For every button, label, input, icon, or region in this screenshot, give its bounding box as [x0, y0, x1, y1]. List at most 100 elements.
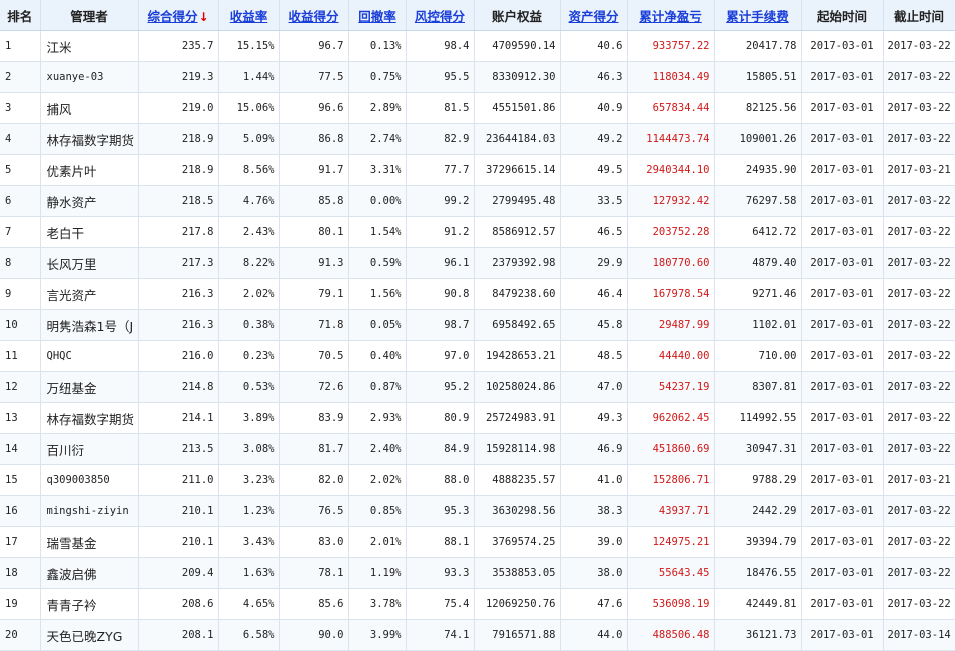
sort-link-drawdown-rate[interactable]: 回撤率	[358, 9, 396, 24]
table-row: 10 明隽浩森1号（J 216.3 0.38% 71.8 0.05% 98.7 6958492…	[0, 309, 955, 341]
cell-rank: 14	[0, 433, 41, 465]
cell-account-equity: 6958492.65	[474, 309, 561, 341]
sort-link-cumulative-fee[interactable]: 累计手续费	[726, 9, 789, 24]
cell-return-score: 70.5	[279, 340, 349, 372]
cell-start-time: 2017-03-01	[801, 340, 884, 372]
cell-end-time: 2017-03-21	[883, 464, 955, 496]
header-drawdown-rate[interactable]: 回撤率	[348, 0, 407, 31]
cell-drawdown-rate: 2.89%	[348, 92, 407, 124]
cell-risk-score: 95.3	[406, 495, 475, 527]
cell-rank: 20	[0, 619, 41, 651]
cell-return-score: 82.0	[279, 464, 349, 496]
cell-rank: 8	[0, 247, 41, 279]
cell-cumulative-net-pnl: 118034.49	[627, 61, 715, 93]
cell-end-time: 2017-03-22	[883, 92, 955, 124]
cell-asset-score: 49.3	[560, 402, 628, 434]
table-row: 15 q309003850 211.0 3.23% 82.0 2.02% 88.0 48882…	[0, 464, 955, 496]
cell-start-time: 2017-03-01	[801, 123, 884, 155]
cell-manager: 优素片叶	[40, 154, 139, 186]
header-asset-score[interactable]: 资产得分	[560, 0, 628, 31]
cell-cumulative-fee: 30947.31	[714, 433, 802, 465]
cell-composite-score: 208.6	[138, 588, 219, 620]
cell-rank: 7	[0, 216, 41, 248]
header-return-rate[interactable]: 收益率	[218, 0, 280, 31]
cell-manager: 明隽浩森1号（J	[40, 309, 139, 341]
cell-risk-score: 98.7	[406, 309, 475, 341]
cell-risk-score: 75.4	[406, 588, 475, 620]
header-manager: 管理者	[40, 0, 139, 31]
cell-account-equity: 4888235.57	[474, 464, 561, 496]
cell-risk-score: 77.7	[406, 154, 475, 186]
header-return-score[interactable]: 收益得分	[279, 0, 349, 31]
cell-asset-score: 46.4	[560, 278, 628, 310]
cell-return-rate: 1.63%	[218, 557, 280, 589]
cell-account-equity: 10258024.86	[474, 371, 561, 403]
cell-cumulative-net-pnl: 203752.28	[627, 216, 715, 248]
header-cumulative-fee[interactable]: 累计手续费	[714, 0, 802, 31]
sort-link-return-rate[interactable]: 收益率	[230, 9, 268, 24]
cell-rank: 17	[0, 526, 41, 558]
table-row: 19 青青子衿 208.6 4.65% 85.6 3.78% 75.4 12069250.76…	[0, 588, 955, 620]
table-row: 5 优素片叶 218.9 8.56% 91.7 3.31% 77.7 37296615.14 4…	[0, 154, 955, 186]
cell-return-score: 83.0	[279, 526, 349, 558]
cell-cumulative-fee: 24935.90	[714, 154, 802, 186]
cell-manager: q309003850	[40, 464, 139, 496]
cell-drawdown-rate: 2.40%	[348, 433, 407, 465]
cell-return-score: 91.3	[279, 247, 349, 279]
table-row: 9 言光资产 216.3 2.02% 79.1 1.56% 90.8 8479238.60 46…	[0, 278, 955, 310]
cell-rank: 10	[0, 309, 41, 341]
cell-end-time: 2017-03-21	[883, 154, 955, 186]
cell-cumulative-net-pnl: 2940344.10	[627, 154, 715, 186]
cell-cumulative-fee: 42449.81	[714, 588, 802, 620]
cell-drawdown-rate: 2.74%	[348, 123, 407, 155]
cell-cumulative-fee: 6412.72	[714, 216, 802, 248]
cell-return-score: 77.5	[279, 61, 349, 93]
cell-risk-score: 81.5	[406, 92, 475, 124]
cell-composite-score: 216.3	[138, 278, 219, 310]
sort-link-composite-score[interactable]: 综合得分	[147, 9, 197, 24]
header-rank: 排名	[0, 0, 41, 31]
ranking-table: 排名 管理者 综合得分↓ 收益率 收益得分 回撤率 风控得分 账户权益 资产得分 累计净盈亏 累计手…	[0, 0, 955, 651]
cell-account-equity: 3769574.25	[474, 526, 561, 558]
cell-cumulative-fee: 76297.58	[714, 185, 802, 217]
sort-link-cumulative-net-pnl[interactable]: 累计净盈亏	[639, 9, 702, 24]
cell-asset-score: 49.5	[560, 154, 628, 186]
cell-cumulative-fee: 15805.51	[714, 61, 802, 93]
sort-link-asset-score[interactable]: 资产得分	[568, 9, 618, 24]
cell-cumulative-net-pnl: 29487.99	[627, 309, 715, 341]
cell-drawdown-rate: 0.59%	[348, 247, 407, 279]
cell-account-equity: 23644184.03	[474, 123, 561, 155]
sort-link-return-score[interactable]: 收益得分	[288, 9, 338, 24]
header-cumulative-net-pnl[interactable]: 累计净盈亏	[627, 0, 715, 31]
header-composite-score[interactable]: 综合得分↓	[138, 0, 219, 31]
cell-account-equity: 3538853.05	[474, 557, 561, 589]
cell-risk-score: 98.4	[406, 30, 475, 62]
cell-cumulative-fee: 109001.26	[714, 123, 802, 155]
cell-drawdown-rate: 2.93%	[348, 402, 407, 434]
sort-link-risk-score[interactable]: 风控得分	[415, 9, 465, 24]
cell-end-time: 2017-03-22	[883, 247, 955, 279]
cell-drawdown-rate: 0.75%	[348, 61, 407, 93]
cell-account-equity: 3630298.56	[474, 495, 561, 527]
header-end-time: 截止时间	[883, 0, 955, 31]
header-risk-score[interactable]: 风控得分	[406, 0, 475, 31]
cell-rank: 9	[0, 278, 41, 310]
cell-account-equity: 25724983.91	[474, 402, 561, 434]
cell-composite-score: 209.4	[138, 557, 219, 589]
cell-drawdown-rate: 0.40%	[348, 340, 407, 372]
cell-rank: 18	[0, 557, 41, 589]
cell-risk-score: 80.9	[406, 402, 475, 434]
cell-manager: 青青子衿	[40, 588, 139, 620]
cell-return-rate: 2.02%	[218, 278, 280, 310]
cell-cumulative-net-pnl: 152806.71	[627, 464, 715, 496]
cell-drawdown-rate: 3.78%	[348, 588, 407, 620]
cell-composite-score: 235.7	[138, 30, 219, 62]
cell-asset-score: 40.9	[560, 92, 628, 124]
table-row: 14 百川衍 213.5 3.08% 81.7 2.40% 84.9 15928114.98 4…	[0, 433, 955, 465]
cell-asset-score: 29.9	[560, 247, 628, 279]
cell-asset-score: 46.9	[560, 433, 628, 465]
cell-return-rate: 0.38%	[218, 309, 280, 341]
cell-manager: 瑞雪基金	[40, 526, 139, 558]
cell-composite-score: 218.5	[138, 185, 219, 217]
cell-asset-score: 39.0	[560, 526, 628, 558]
